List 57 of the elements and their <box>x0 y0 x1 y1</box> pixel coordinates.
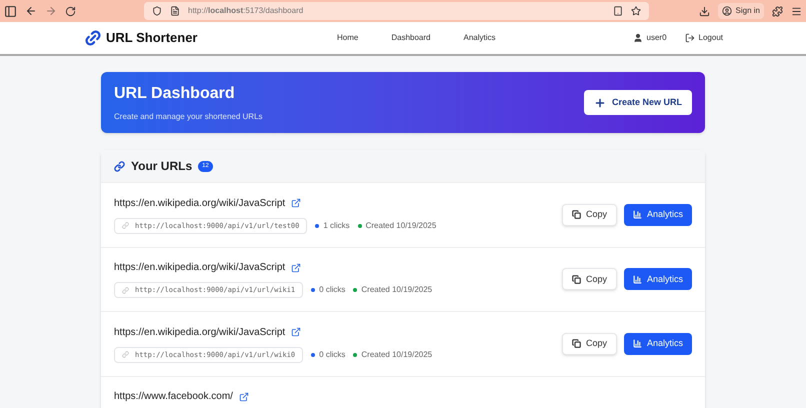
click-count: 0 clicks <box>319 284 346 296</box>
analytics-button[interactable]: Analytics <box>624 332 692 355</box>
logout-icon <box>684 33 695 43</box>
external-link-icon[interactable] <box>238 392 249 402</box>
external-link-icon[interactable] <box>291 262 302 273</box>
original-url[interactable]: https://en.wikipedia.org/wiki/JavaScript <box>114 260 286 276</box>
click-count: 0 clicks <box>319 348 346 361</box>
original-url[interactable]: https://www.facebook.com/ <box>114 389 233 404</box>
logout-link[interactable]: Logout <box>684 32 723 44</box>
analytics-button[interactable]: Analytics <box>624 268 692 290</box>
created-date: Created 10/19/2025 <box>361 284 432 296</box>
link-icon <box>122 222 129 230</box>
account-icon <box>722 6 732 16</box>
reader-icon[interactable] <box>613 6 623 16</box>
download-icon[interactable] <box>698 6 710 16</box>
original-url[interactable]: https://en.wikipedia.org/wiki/JavaScript <box>114 324 286 340</box>
bar-chart-icon <box>632 274 642 284</box>
link-icon <box>122 351 129 358</box>
copy-icon <box>572 210 581 220</box>
link-icon <box>122 286 129 294</box>
copy-button[interactable]: Copy <box>562 204 617 226</box>
star-icon[interactable] <box>631 6 641 16</box>
nav-link[interactable]: Dashboard <box>391 32 430 44</box>
brand-name[interactable]: URL Shortener <box>106 28 198 48</box>
banner-subtitle: Create and manage your shortened URLs <box>114 111 263 123</box>
external-link-icon[interactable] <box>291 327 302 338</box>
address-bar[interactable]: http://localhost:5173/dashboard <box>144 2 649 20</box>
created-date: Created 10/19/2025 <box>366 220 436 232</box>
plus-icon <box>594 96 606 108</box>
click-count: 1 clicks <box>323 220 350 232</box>
reload-icon[interactable] <box>65 6 76 16</box>
address-text: http://localhost:5173/dashboard <box>188 5 304 17</box>
username: user0 <box>646 32 667 44</box>
shield-icon <box>152 6 162 16</box>
sign-in-button[interactable]: Sign in <box>718 3 764 19</box>
copy-button[interactable]: Copy <box>562 268 617 290</box>
original-url[interactable]: https://en.wikipedia.org/wiki/JavaScript <box>114 196 286 211</box>
analytics-button[interactable]: Analytics <box>624 204 692 226</box>
extensions-icon[interactable] <box>772 6 783 16</box>
bar-chart-icon <box>632 210 642 220</box>
sidebar-icon[interactable] <box>4 4 17 18</box>
copy-button[interactable]: Copy <box>562 332 617 355</box>
copy-icon <box>572 339 581 348</box>
section-title: Your URLs <box>131 158 192 175</box>
page-icon <box>170 6 180 16</box>
copy-icon <box>572 274 581 284</box>
nav-link[interactable]: Home <box>337 32 358 44</box>
bar-chart-icon <box>632 339 642 348</box>
nav-link[interactable]: Analytics <box>463 32 496 44</box>
banner-title: URL Dashboard <box>114 84 236 104</box>
user-icon <box>632 33 643 43</box>
external-link-icon[interactable] <box>291 198 302 208</box>
create-url-button[interactable]: Create New URL <box>584 90 692 115</box>
link-icon <box>114 160 125 172</box>
back-icon[interactable] <box>25 5 37 17</box>
created-date: Created 10/19/2025 <box>361 348 432 361</box>
menu-icon[interactable] <box>791 6 802 16</box>
